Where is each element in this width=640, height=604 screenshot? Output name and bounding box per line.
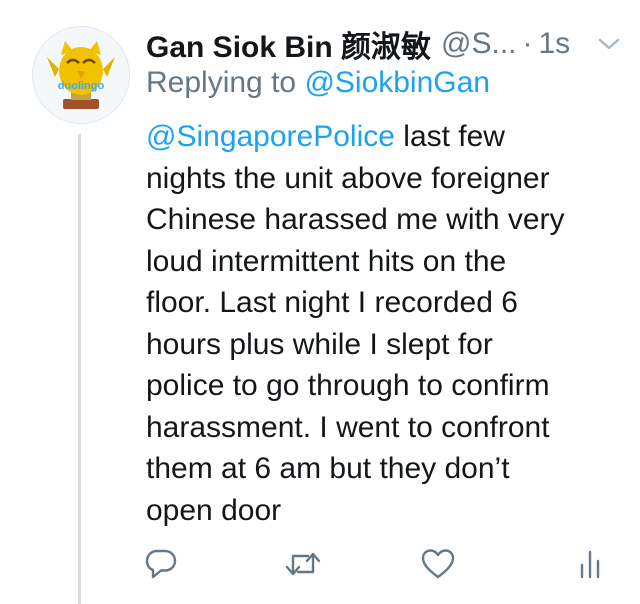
analytics-button[interactable]: [570, 544, 610, 584]
tweet-line: loud intermittent hits on the: [146, 244, 507, 278]
author-handle[interactable]: @S...: [441, 27, 516, 61]
analytics-icon: [580, 550, 600, 579]
tweet-line: hours plus while I slept for: [146, 327, 493, 361]
reply-icon: [145, 549, 177, 579]
tweet-line: floor. Last night I recorded 6: [146, 286, 518, 319]
timestamp[interactable]: 1s: [539, 27, 571, 61]
avatar[interactable]: duolingo: [32, 26, 130, 124]
author-name[interactable]: Gan Siok Bin 颜淑敏: [146, 22, 431, 66]
like-button[interactable]: [418, 544, 458, 584]
replying-to-label: Replying to: [146, 66, 297, 99]
tweet-line-1: @SingaporePolice last few: [146, 116, 626, 158]
separator-dot: ·: [522, 27, 533, 60]
tweet-line: open door: [146, 493, 282, 527]
mention-link[interactable]: @SingaporePolice: [146, 120, 395, 153]
chevron-down-icon[interactable]: [594, 29, 624, 59]
tweet-actions: [0, 544, 640, 584]
reply-button[interactable]: [141, 544, 181, 584]
tweet-line: them at 6 am but they don’t: [146, 452, 510, 485]
tweet-line: nights the unit above foreigner: [146, 161, 550, 195]
tweet-header: Gan Siok Bin 颜淑敏 @S... · 1s: [146, 24, 624, 64]
tweet-line: harassment. I went to confront: [146, 410, 550, 444]
replying-to-link[interactable]: @SiokbinGan: [304, 66, 490, 99]
retweet-icon: [285, 552, 321, 576]
tweet-line-1-text: last few: [394, 120, 505, 153]
duolingo-owl-icon: duolingo: [47, 41, 115, 109]
tweet-line: Chinese harassed me with very: [146, 203, 565, 236]
thread-line: [78, 134, 81, 604]
avatar-brand-text: duolingo: [58, 80, 105, 92]
replying-to: Replying to @SiokbinGan: [146, 66, 490, 100]
tweet-line: police to go through to confirm: [146, 369, 550, 402]
tweet-text: @SingaporePolice last few nights the uni…: [146, 116, 626, 531]
heart-icon: [421, 549, 455, 579]
retweet-button[interactable]: [283, 544, 323, 584]
